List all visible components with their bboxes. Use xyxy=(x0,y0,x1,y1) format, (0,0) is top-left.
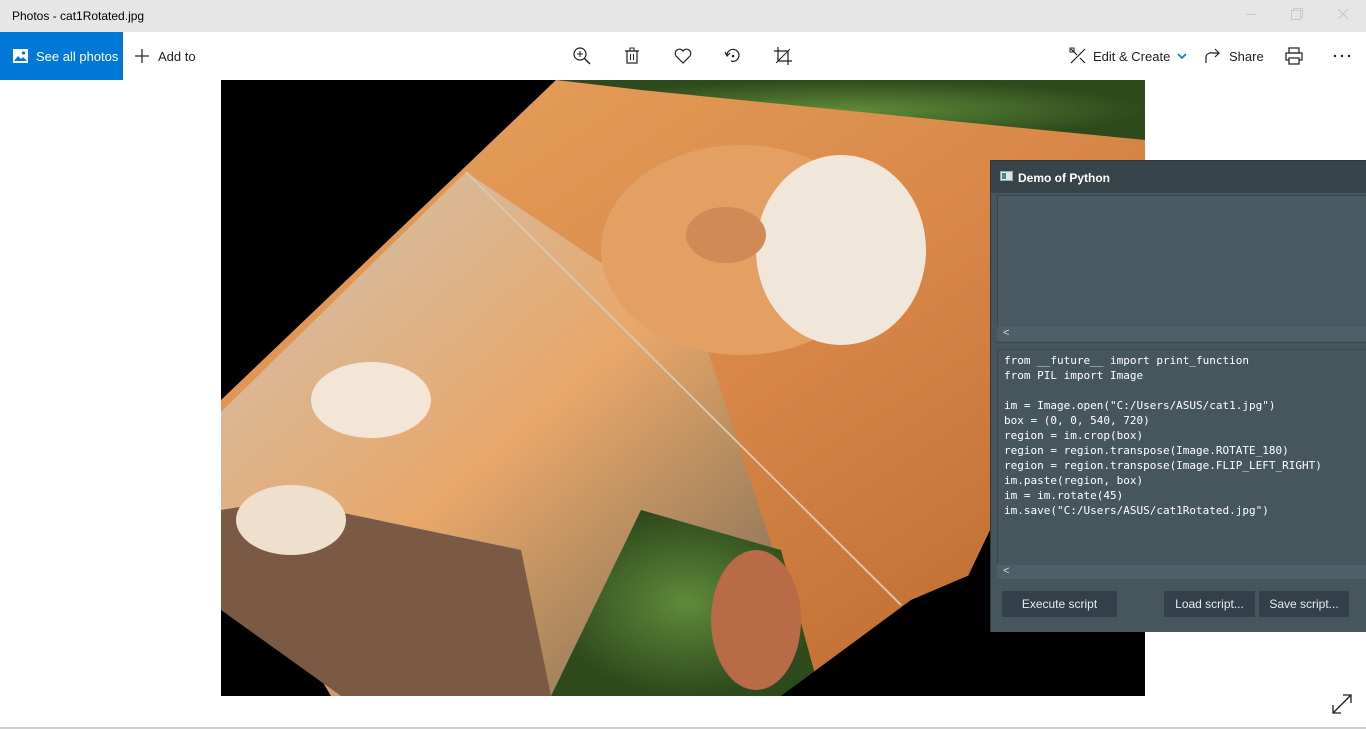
print-icon xyxy=(1283,45,1305,67)
maximize-button[interactable] xyxy=(1274,0,1320,32)
share-button[interactable]: Share xyxy=(1202,32,1264,80)
close-button[interactable] xyxy=(1320,0,1366,32)
expand-icon xyxy=(1330,694,1354,720)
delete-button[interactable] xyxy=(621,32,643,80)
app-toolbar: See all photos Add to Edit & Create Shar… xyxy=(0,32,1366,80)
window-app-icon xyxy=(1000,171,1013,181)
minimize-icon xyxy=(1245,7,1257,25)
full-screen-button[interactable] xyxy=(1330,692,1354,716)
python-window-title: Demo of Python xyxy=(1018,171,1110,185)
code-line: region = region.transpose(Image.ROTATE_1… xyxy=(1004,444,1289,457)
delete-icon xyxy=(621,45,643,67)
load-script-button[interactable]: Load script... xyxy=(1164,591,1255,617)
output-horizontal-scrollbar[interactable]: < xyxy=(997,327,1366,341)
print-button[interactable] xyxy=(1283,32,1305,80)
zoom-in-icon xyxy=(571,45,593,67)
save-script-button[interactable]: Save script... xyxy=(1259,591,1349,617)
code-line: im = Image.open("C:/Users/ASUS/cat1.jpg"… xyxy=(1004,399,1276,412)
window-title: Photos - cat1Rotated.jpg xyxy=(12,9,145,23)
editor-horizontal-scrollbar[interactable]: < xyxy=(997,565,1366,579)
crop-icon xyxy=(772,45,794,67)
scroll-left-arrow-icon[interactable]: < xyxy=(1003,327,1009,339)
rotate-button[interactable] xyxy=(722,32,744,80)
code-line: from PIL import Image xyxy=(1004,369,1144,382)
code-line: im = im.rotate(45) xyxy=(1004,489,1124,502)
close-icon xyxy=(1337,7,1349,25)
more-button[interactable] xyxy=(1331,32,1353,80)
title-bar: Photos - cat1Rotated.jpg xyxy=(0,0,1366,32)
code-line: region = im.crop(box) xyxy=(1004,429,1144,442)
add-to-button[interactable]: Add to xyxy=(133,32,196,80)
rotate-icon xyxy=(722,45,744,67)
favorite-icon xyxy=(672,45,694,67)
edit-create-icon xyxy=(1067,45,1089,67)
add-to-label: Add to xyxy=(158,48,196,64)
scroll-left-arrow-icon[interactable]: < xyxy=(1003,565,1009,577)
chevron-down-icon xyxy=(1177,52,1187,60)
code-line: region = region.transpose(Image.FLIP_LEF… xyxy=(1004,459,1322,472)
photos-icon xyxy=(13,49,28,63)
maximize-icon xyxy=(1291,7,1303,25)
execute-script-button[interactable]: Execute script xyxy=(1002,591,1117,617)
share-label: Share xyxy=(1229,48,1264,64)
script-editor[interactable]: from __future__ import print_functionfro… xyxy=(997,349,1366,567)
code-line: im.paste(region, box) xyxy=(1004,474,1144,487)
code-line: from __future__ import print_function xyxy=(1004,354,1250,367)
edit-create-button[interactable]: Edit & Create xyxy=(1067,32,1187,80)
share-icon xyxy=(1202,45,1224,67)
minimize-button[interactable] xyxy=(1228,0,1274,32)
output-panel xyxy=(997,195,1366,343)
zoom-button[interactable] xyxy=(571,32,593,80)
plus-icon xyxy=(133,47,151,65)
more-icon xyxy=(1331,45,1353,67)
favorite-button[interactable] xyxy=(672,32,694,80)
code-line: box = (0, 0, 540, 720) xyxy=(1004,414,1150,427)
see-all-photos-button[interactable]: See all photos xyxy=(0,32,123,80)
see-all-photos-label: See all photos xyxy=(36,48,119,64)
crop-button[interactable] xyxy=(772,32,794,80)
python-window-titlebar[interactable]: Demo of Python xyxy=(991,161,1366,193)
edit-create-label: Edit & Create xyxy=(1093,48,1171,64)
code-line: im.save("C:/Users/ASUS/cat1Rotated.jpg") xyxy=(1004,504,1269,517)
python-demo-window[interactable]: Demo of Python < from __future__ import … xyxy=(990,160,1366,632)
